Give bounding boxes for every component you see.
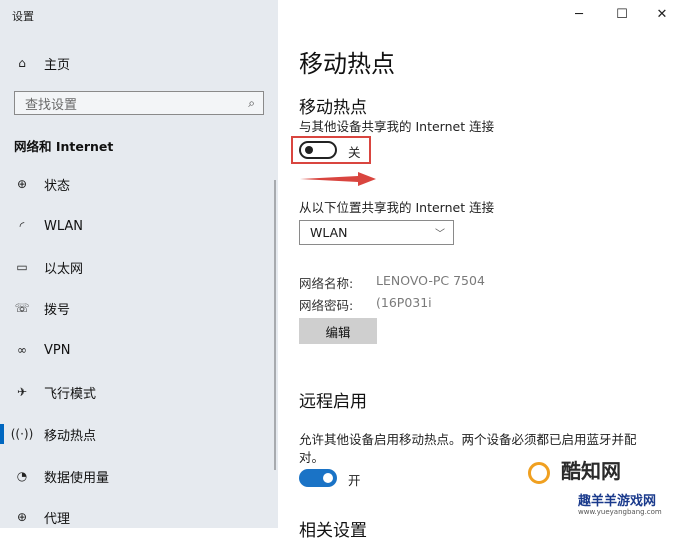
sidebar-item-label: WLAN bbox=[44, 218, 84, 234]
globe-icon: ⊕ bbox=[16, 177, 28, 191]
hotspot-description: 与其他设备共享我的 Internet 连接 bbox=[299, 119, 495, 134]
sidebar-item-label: 数据使用量 bbox=[44, 470, 110, 486]
toggle-knob bbox=[323, 473, 333, 483]
airplane-icon: ✈ bbox=[16, 385, 28, 399]
chevron-down-icon: ﹀ bbox=[435, 229, 445, 240]
hotspot-toggle-state: 关 bbox=[348, 145, 361, 160]
window-title: 设置 bbox=[12, 10, 34, 23]
hotspot-heading: 移动热点 bbox=[299, 98, 367, 118]
ethernet-icon: ▭ bbox=[16, 260, 28, 274]
search-input[interactable]: 查找设置 ⌕ bbox=[14, 91, 264, 115]
remote-heading: 远程启用 bbox=[299, 392, 367, 412]
watermark-logo-1: 酷知网 bbox=[528, 455, 621, 484]
search-placeholder: 查找设置 bbox=[25, 97, 78, 113]
red-arrow-annotation bbox=[300, 172, 376, 186]
minimize-icon: ─ bbox=[575, 6, 583, 22]
sidebar-item-label: VPN bbox=[44, 342, 71, 358]
sidebar-item-status[interactable]: ⊕ 状态 bbox=[0, 166, 278, 202]
close-button[interactable]: ✕ bbox=[644, 0, 680, 28]
share-from-select[interactable]: WLAN ﹀ bbox=[299, 220, 454, 245]
network-name-value: LENOVO-PC 7504 bbox=[376, 273, 485, 288]
share-from-value: WLAN bbox=[310, 225, 348, 240]
toggle-knob bbox=[305, 146, 313, 154]
search-icon: ⌕ bbox=[248, 95, 255, 110]
sidebar-item-data-usage[interactable]: ◔ 数据使用量 bbox=[0, 458, 278, 494]
remote-toggle[interactable] bbox=[299, 469, 337, 487]
data-usage-icon: ◔ bbox=[16, 469, 28, 483]
main-panel: ─ ☐ ✕ 移动热点 移动热点 与其他设备共享我的 Internet 连接 关 … bbox=[278, 0, 682, 541]
sidebar-item-label: 主页 bbox=[44, 57, 71, 73]
sidebar-scrollbar[interactable] bbox=[274, 180, 276, 470]
dialup-icon: ☏ bbox=[14, 301, 30, 315]
remote-description-line2: 对。 bbox=[299, 450, 325, 465]
minimize-button[interactable]: ─ bbox=[561, 0, 597, 28]
network-password-value: (16P031i bbox=[376, 295, 432, 310]
sidebar-item-label: 状态 bbox=[44, 178, 71, 194]
edit-button[interactable]: 编辑 bbox=[299, 318, 377, 344]
sidebar-item-label: 移动热点 bbox=[44, 428, 97, 444]
related-settings-heading: 相关设置 bbox=[299, 521, 367, 541]
sidebar: 设置 ⌂ 主页 查找设置 ⌕ 网络和 Internet ⊕ 状态 ◜ WLAN … bbox=[0, 0, 278, 528]
remote-description-line1: 允许其他设备启用移动热点。两个设备必须都已启用蓝牙并配 bbox=[299, 432, 637, 447]
home-icon: ⌂ bbox=[18, 56, 26, 70]
sidebar-item-label: 拨号 bbox=[44, 302, 71, 318]
watermark-text-1: 酷知网 bbox=[560, 459, 621, 483]
sidebar-item-label: 以太网 bbox=[44, 261, 84, 277]
section-heading: 网络和 Internet bbox=[14, 139, 114, 154]
remote-toggle-state: 开 bbox=[348, 473, 361, 488]
sidebar-item-airplane[interactable]: ✈ 飞行模式 bbox=[0, 374, 278, 410]
sidebar-item-label: 代理 bbox=[44, 511, 71, 527]
sidebar-item-ethernet[interactable]: ▭ 以太网 bbox=[0, 249, 278, 285]
maximize-icon: ☐ bbox=[616, 6, 628, 22]
sidebar-item-label: 飞行模式 bbox=[44, 386, 97, 402]
maximize-button[interactable]: ☐ bbox=[604, 0, 640, 28]
sidebar-item-vpn[interactable]: ∞ VPN bbox=[0, 332, 278, 368]
watermark-url: www.yueyangbang.com bbox=[578, 508, 662, 516]
vpn-icon: ∞ bbox=[17, 343, 27, 357]
page-title: 移动热点 bbox=[299, 50, 395, 78]
close-icon: ✕ bbox=[656, 6, 668, 22]
watermark-logo-icon bbox=[528, 461, 550, 484]
sidebar-item-home[interactable]: ⌂ 主页 bbox=[0, 45, 278, 81]
watermark-text-2: 趣羊羊游戏网 bbox=[578, 494, 657, 509]
proxy-icon: ⊕ bbox=[16, 510, 28, 524]
sidebar-item-dialup[interactable]: ☏ 拨号 bbox=[0, 290, 278, 326]
network-name-label: 网络名称: bbox=[299, 276, 354, 291]
hotspot-toggle[interactable] bbox=[299, 141, 337, 159]
wifi-icon: ◜ bbox=[19, 219, 25, 233]
share-from-label: 从以下位置共享我的 Internet 连接 bbox=[299, 200, 495, 215]
sidebar-item-proxy[interactable]: ⊕ 代理 bbox=[0, 499, 278, 535]
network-password-label: 网络密码: bbox=[299, 298, 354, 313]
hotspot-icon: ((·)) bbox=[10, 427, 34, 441]
sidebar-item-wlan[interactable]: ◜ WLAN bbox=[0, 208, 278, 244]
sidebar-item-hotspot[interactable]: ((·)) 移动热点 bbox=[0, 416, 278, 452]
